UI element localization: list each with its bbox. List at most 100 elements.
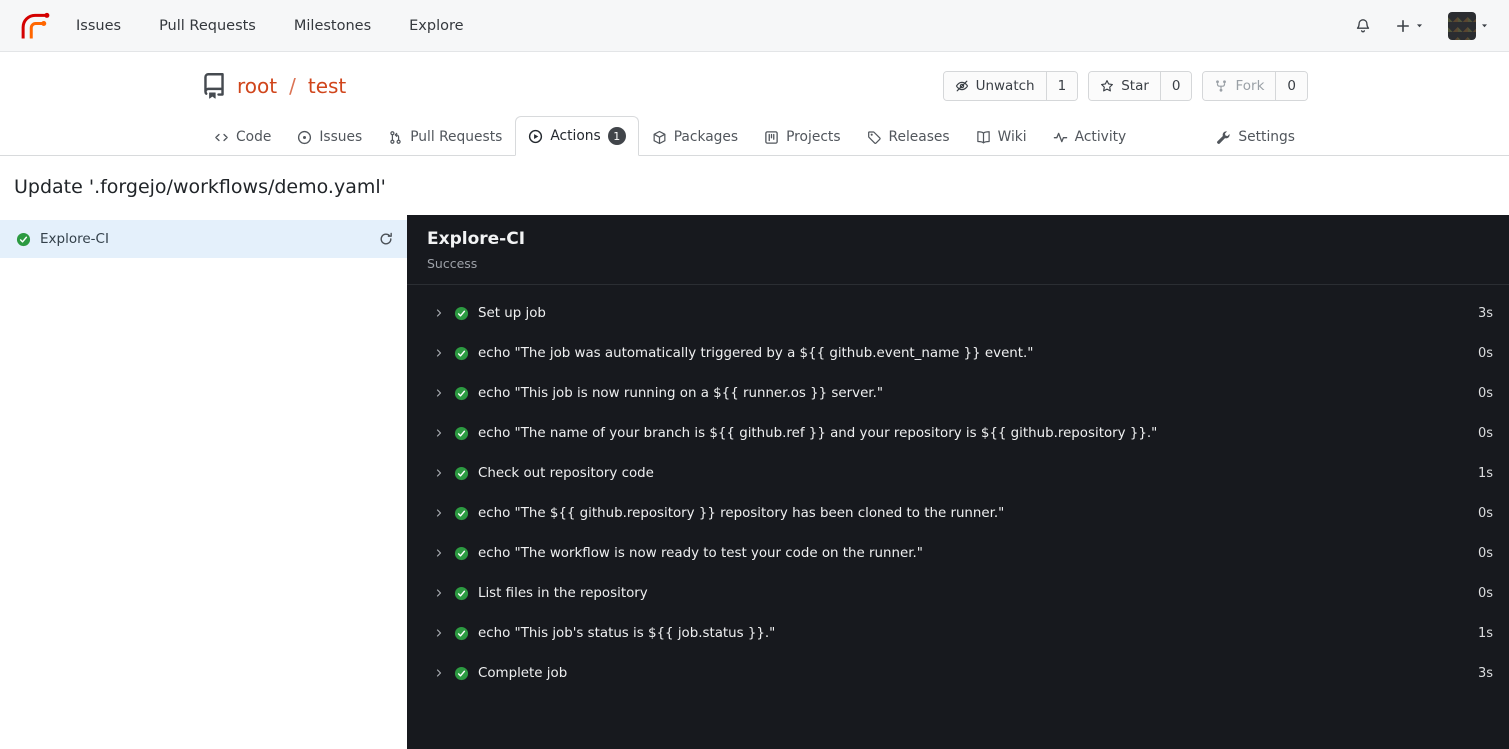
- tab-label: Settings: [1238, 129, 1295, 145]
- tab-label: Projects: [786, 129, 841, 145]
- step-duration: 0s: [1477, 585, 1493, 601]
- stars-count[interactable]: 0: [1159, 72, 1192, 100]
- watchers-count[interactable]: 1: [1045, 72, 1078, 100]
- success-check-icon: [454, 426, 469, 441]
- success-check-icon: [454, 546, 469, 561]
- step-row[interactable]: echo "The job was automatically triggere…: [407, 333, 1509, 373]
- step-row[interactable]: List files in the repository 0s: [407, 573, 1509, 613]
- star-button-group: Star 0: [1088, 71, 1193, 101]
- repo-icon: [201, 73, 227, 99]
- workflow-run-title: Update '.forgejo/workflows/demo.yaml': [14, 176, 386, 198]
- nav-item-pull-requests[interactable]: Pull Requests: [159, 18, 256, 34]
- tab-pull-requests[interactable]: Pull Requests: [375, 118, 515, 156]
- repo-title: root / test: [201, 73, 346, 99]
- repo-separator: /: [289, 74, 296, 98]
- tab-packages[interactable]: Packages: [639, 118, 751, 156]
- chevron-down-icon: [1480, 21, 1489, 30]
- chevron-right-icon[interactable]: [433, 347, 445, 359]
- tab-releases[interactable]: Releases: [854, 118, 963, 156]
- success-check-icon: [454, 386, 469, 401]
- project-board-icon: [764, 130, 779, 145]
- step-row[interactable]: echo "The ${{ github.repository }} repos…: [407, 493, 1509, 533]
- user-menu-button[interactable]: [1448, 11, 1489, 40]
- unwatch-label: Unwatch: [975, 78, 1035, 94]
- step-name: List files in the repository: [478, 585, 648, 601]
- chevron-right-icon[interactable]: [433, 667, 445, 679]
- success-check-icon: [454, 586, 469, 601]
- tab-projects[interactable]: Projects: [751, 118, 853, 156]
- chevron-right-icon[interactable]: [433, 507, 445, 519]
- nav-item-explore[interactable]: Explore: [409, 18, 463, 34]
- success-check-icon: [454, 506, 469, 521]
- notifications-button[interactable]: [1355, 18, 1371, 34]
- repo-name-link[interactable]: test: [308, 74, 346, 98]
- step-row[interactable]: echo "This job's status is ${{ job.statu…: [407, 613, 1509, 653]
- step-duration: 1s: [1477, 465, 1493, 481]
- repo-header: root / test Unwatch 1 Star 0 Fork 0: [0, 52, 1509, 116]
- step-name: echo "The name of your branch is ${{ git…: [478, 425, 1158, 441]
- fork-icon: [1214, 79, 1228, 93]
- star-label: Star: [1121, 78, 1149, 94]
- tools-icon: [1216, 130, 1231, 145]
- unwatch-button[interactable]: Unwatch: [943, 72, 1046, 100]
- chevron-right-icon[interactable]: [433, 587, 445, 599]
- forgejo-logo-icon[interactable]: [20, 11, 50, 41]
- code-icon: [214, 130, 229, 145]
- chevron-right-icon[interactable]: [433, 427, 445, 439]
- step-row[interactable]: Set up job 3s: [407, 293, 1509, 333]
- step-row[interactable]: Check out repository code 1s: [407, 453, 1509, 493]
- jobs-sidebar: Explore-CI: [0, 215, 407, 749]
- step-row[interactable]: echo "This job is now running on a ${{ r…: [407, 373, 1509, 413]
- nav-item-milestones[interactable]: Milestones: [294, 18, 371, 34]
- tab-settings[interactable]: Settings: [1203, 118, 1308, 156]
- tab-label: Pull Requests: [410, 129, 503, 145]
- success-check-icon: [454, 666, 469, 681]
- pulse-icon: [1053, 130, 1068, 145]
- star-button[interactable]: Star: [1089, 72, 1160, 100]
- chevron-right-icon[interactable]: [433, 307, 445, 319]
- tag-icon: [867, 130, 882, 145]
- chevron-right-icon[interactable]: [433, 627, 445, 639]
- create-new-button[interactable]: [1395, 18, 1424, 34]
- step-name: echo "The workflow is now ready to test …: [478, 545, 923, 561]
- nav-item-issues[interactable]: Issues: [76, 18, 121, 34]
- tab-issues[interactable]: Issues: [284, 118, 375, 156]
- play-circle-icon: [528, 129, 543, 144]
- step-duration: 0s: [1477, 505, 1493, 521]
- tab-activity[interactable]: Activity: [1040, 118, 1140, 156]
- actions-count-badge: 1: [607, 127, 626, 145]
- forks-count[interactable]: 0: [1275, 72, 1307, 100]
- fork-label: Fork: [1235, 78, 1265, 94]
- step-name: echo "The ${{ github.repository }} repos…: [478, 505, 1005, 521]
- step-row[interactable]: Complete job 3s: [407, 653, 1509, 693]
- job-log-panel: Explore-CI Success Set up job 3s echo "T…: [407, 215, 1509, 749]
- tab-wiki[interactable]: Wiki: [963, 118, 1040, 156]
- fork-button[interactable]: Fork: [1203, 72, 1276, 100]
- tab-label: Activity: [1074, 129, 1127, 145]
- repo-action-buttons: Unwatch 1 Star 0 Fork 0: [942, 71, 1308, 101]
- success-check-icon: [454, 466, 469, 481]
- step-name: Check out repository code: [478, 465, 654, 481]
- rerun-job-button[interactable]: [379, 232, 393, 246]
- step-row[interactable]: echo "The workflow is now ready to test …: [407, 533, 1509, 573]
- tab-actions[interactable]: Actions 1: [515, 116, 639, 156]
- job-steps-list: Set up job 3s echo "The job was automati…: [407, 285, 1509, 709]
- chevron-right-icon[interactable]: [433, 547, 445, 559]
- step-name: echo "The job was automatically triggere…: [478, 345, 1034, 361]
- chevron-right-icon[interactable]: [433, 387, 445, 399]
- top-navbar: Issues Pull Requests Milestones Explore: [0, 0, 1509, 52]
- step-name: Set up job: [478, 305, 546, 321]
- step-name: echo "This job is now running on a ${{ r…: [478, 385, 883, 401]
- chevron-right-icon[interactable]: [433, 467, 445, 479]
- watch-button-group: Unwatch 1: [942, 71, 1079, 101]
- tab-code[interactable]: Code: [201, 118, 284, 156]
- bell-icon: [1355, 18, 1371, 34]
- navbar-right: [1355, 11, 1489, 40]
- job-item-explore-ci[interactable]: Explore-CI: [0, 220, 407, 258]
- step-duration: 1s: [1477, 625, 1493, 641]
- repo-owner-link[interactable]: root: [237, 74, 277, 98]
- job-log-header: Explore-CI Success: [407, 215, 1509, 285]
- step-row[interactable]: echo "The name of your branch is ${{ git…: [407, 413, 1509, 453]
- step-duration: 3s: [1477, 665, 1493, 681]
- step-duration: 0s: [1477, 425, 1493, 441]
